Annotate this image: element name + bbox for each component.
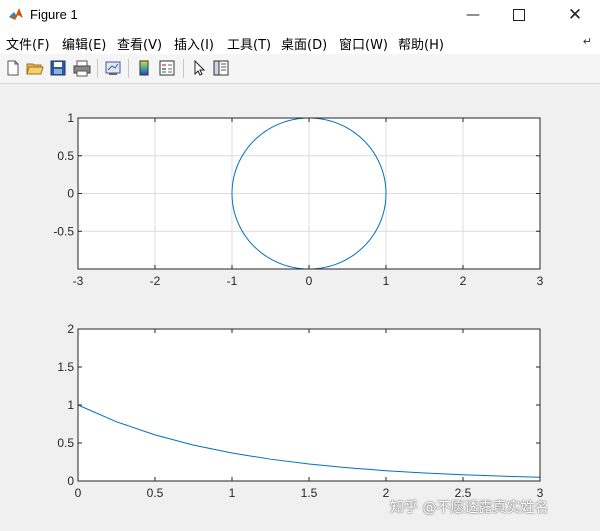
menu-tools[interactable]: 工具(T) bbox=[227, 34, 271, 53]
maximize-icon bbox=[513, 9, 525, 21]
minimize-icon: — bbox=[466, 7, 480, 23]
matlab-logo-icon bbox=[9, 8, 23, 20]
x-tick-label: 0 bbox=[75, 486, 82, 500]
maximize-button[interactable] bbox=[496, 0, 542, 30]
bottom-axes-exp-decay-plot[interactable]: 0 0.5 1 1.5 2 2.5 321.510.50 bbox=[57, 322, 543, 500]
menu-help[interactable]: 帮助(H) bbox=[398, 34, 444, 53]
y-tick-label: 0 bbox=[67, 187, 74, 201]
close-button[interactable]: ✕ bbox=[550, 0, 600, 30]
toolbar-separator bbox=[128, 59, 129, 78]
x-tick-label: 1 bbox=[383, 274, 390, 288]
x-tick-label: -3 bbox=[73, 274, 84, 288]
x-tick-label: 0.5 bbox=[147, 486, 164, 500]
y-tick-label: 1.5 bbox=[57, 360, 74, 374]
link-plot-icon[interactable] bbox=[104, 59, 122, 77]
y-tick-label: 1 bbox=[67, 398, 74, 412]
insert-colorbar-icon[interactable] bbox=[135, 59, 153, 77]
menu-view[interactable]: 查看(V) bbox=[117, 34, 162, 53]
insert-legend-icon[interactable] bbox=[158, 59, 176, 77]
title-bar: Figure 1 — ✕ bbox=[0, 0, 600, 30]
y-tick-label: 0 bbox=[67, 474, 74, 488]
menu-insert[interactable]: 插入(I) bbox=[174, 34, 214, 53]
x-tick-label: 2 bbox=[460, 274, 467, 288]
toolbar-separator bbox=[183, 59, 184, 78]
x-tick-label: -1 bbox=[227, 274, 238, 288]
x-tick-label: -2 bbox=[150, 274, 161, 288]
y-tick-label: 1 bbox=[67, 111, 74, 125]
figure-canvas: -3 -2 -1 0 1 2 310.50-0.5 0 0.5 1 1.5 2 2.5 321.510.… bbox=[53, 111, 543, 500]
close-icon: ✕ bbox=[567, 5, 583, 25]
toolbar-separator bbox=[97, 59, 98, 78]
open-file-icon[interactable] bbox=[26, 59, 44, 77]
plot-tools-icon[interactable] bbox=[212, 59, 230, 77]
y-tick-label: 0.5 bbox=[57, 436, 74, 450]
edit-plot-arrow-icon[interactable] bbox=[190, 59, 208, 77]
figure-toolbar bbox=[0, 54, 600, 84]
x-tick-label: 1.5 bbox=[301, 486, 318, 500]
menu-bar: 文件(F) 编辑(E) 查看(V) 插入(I) 工具(T) 桌面(D) 窗口(W… bbox=[0, 30, 600, 54]
x-tick-label: 3 bbox=[537, 274, 544, 288]
save-icon[interactable] bbox=[49, 59, 67, 77]
print-icon[interactable] bbox=[73, 59, 91, 77]
y-tick-label: 0.5 bbox=[57, 149, 74, 163]
top-axes-circle-plot[interactable]: -3 -2 -1 0 1 2 3 1 0.5 0 -0.5 bbox=[53, 111, 543, 288]
new-figure-icon[interactable] bbox=[4, 59, 22, 77]
watermark: 知乎 @不愿透露真实姓名 bbox=[390, 500, 549, 516]
menu-overflow-arrow-icon[interactable]: ↵ bbox=[583, 35, 592, 48]
menu-edit[interactable]: 编辑(E) bbox=[62, 34, 106, 53]
y-tick-label: -0.5 bbox=[53, 224, 74, 238]
minimize-button[interactable]: — bbox=[450, 0, 496, 30]
y-tick-label: 2 bbox=[67, 322, 74, 336]
window-title: Figure 1 bbox=[30, 7, 78, 22]
x-tick-label: 0 bbox=[306, 274, 313, 288]
menu-window[interactable]: 窗口(W) bbox=[339, 34, 388, 53]
x-tick-label: 2 bbox=[383, 486, 390, 500]
x-tick-label: 1 bbox=[229, 486, 236, 500]
axes-background bbox=[78, 329, 540, 481]
menu-file[interactable]: 文件(F) bbox=[6, 34, 50, 53]
menu-desktop[interactable]: 桌面(D) bbox=[281, 34, 327, 53]
